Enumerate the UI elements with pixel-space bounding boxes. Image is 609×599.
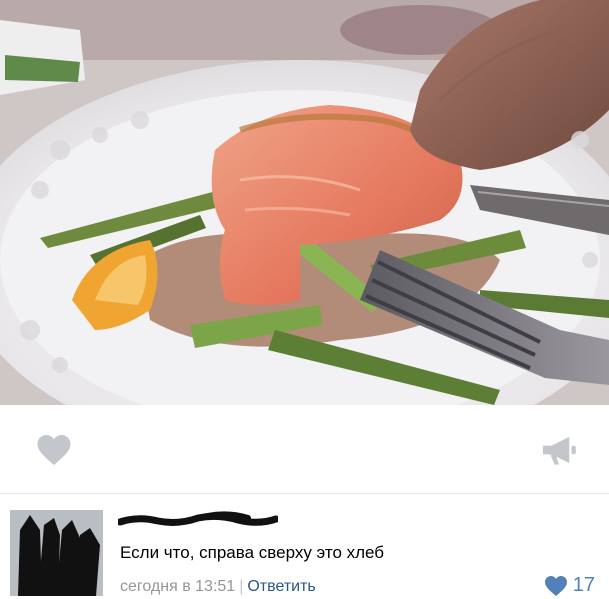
post-photo[interactable] — [0, 0, 609, 405]
megaphone-icon[interactable] — [540, 433, 578, 467]
post-action-bar — [0, 405, 609, 493]
comment: Если что, справа сверху это хлеб сегодня… — [0, 494, 609, 599]
reply-link[interactable]: Ответить — [247, 578, 315, 595]
heart-icon[interactable] — [36, 433, 72, 467]
comment-text: Если что, справа сверху это хлеб — [120, 543, 385, 562]
avatar[interactable] — [10, 510, 103, 596]
comment-meta: сегодня в 13:51 | Ответить — [120, 578, 316, 596]
heart-icon — [544, 575, 567, 596]
comment-author-redacted[interactable] — [116, 510, 280, 532]
comment-like-button[interactable]: 17 — [544, 574, 595, 597]
comment-date: сегодня в 13:51 — [120, 578, 236, 595]
likes-count: 17 — [572, 574, 595, 596]
meta-separator: | — [239, 578, 244, 595]
food-photo-graphic — [0, 0, 609, 405]
